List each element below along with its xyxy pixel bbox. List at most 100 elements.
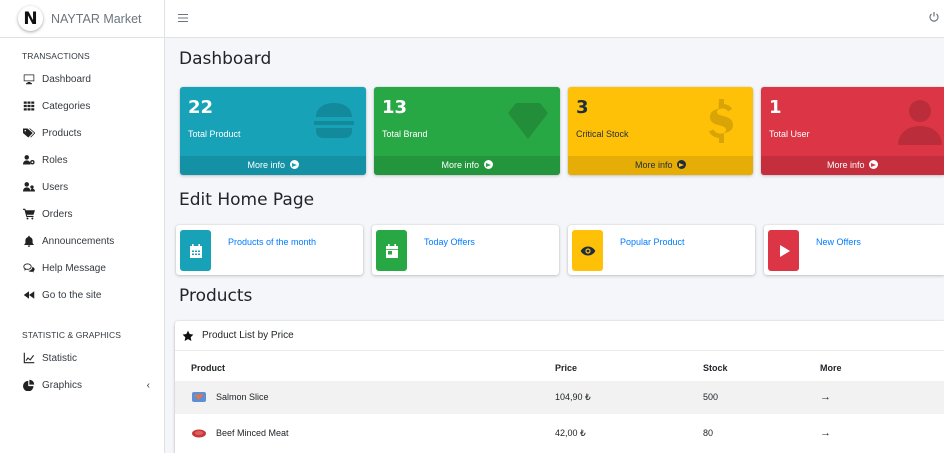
play-icon	[768, 230, 799, 271]
stat-box-total-product: 22 Total Product More info	[180, 87, 366, 175]
pie-chart-icon	[22, 379, 36, 391]
sidebar-item-graphics[interactable]: Graphics ‹	[0, 372, 164, 398]
stat-label: Total Product	[188, 129, 241, 139]
sidebar-item-orders[interactable]: Orders	[0, 201, 164, 227]
chevron-left-icon[interactable]: ‹	[147, 380, 150, 391]
product-price: 42,00 ₺	[555, 428, 586, 438]
product-name: Salmon Slice	[216, 392, 269, 402]
sidebar-item-label: Graphics	[42, 379, 83, 391]
arrow-circle-right-icon	[289, 160, 299, 169]
users-cog-icon	[22, 154, 36, 166]
card-header: Product List by Price	[175, 321, 944, 351]
card-title: Product List by Price	[202, 330, 294, 341]
more-info-link[interactable]: More info	[568, 156, 753, 175]
edit-box-label: New Offers	[816, 237, 861, 247]
sidebar-item-label: Announcements	[42, 235, 115, 247]
stat-box-total-user: 1 Total User More info	[761, 87, 944, 175]
sidebar-item-label: Roles	[42, 154, 68, 166]
more-info-label: More info	[441, 160, 479, 170]
hamburger-menu-icon[interactable]	[177, 11, 191, 25]
grid-icon	[22, 100, 36, 112]
product-thumbnail	[192, 429, 206, 438]
stat-value: 13	[382, 97, 408, 118]
calendar-day-icon	[376, 230, 407, 271]
page-title: Dashboard	[179, 49, 272, 69]
cart-icon	[22, 208, 36, 220]
sidebar-item-help-message[interactable]: Help Message	[0, 255, 164, 281]
more-arrow-icon[interactable]: →	[820, 381, 831, 414]
edit-box-products-of-the-month[interactable]: Products of the month	[176, 225, 363, 275]
line-chart-icon	[22, 352, 36, 364]
sidebar-item-statistic[interactable]: Statistic	[0, 345, 164, 371]
sidebar-item-label: Go to the site	[42, 289, 102, 301]
stat-label: Critical Stock	[576, 129, 629, 139]
gem-icon	[504, 97, 552, 145]
brand-name: NAYTAR Market	[51, 11, 142, 26]
products-title: Products	[179, 286, 253, 306]
sidebar-item-roles[interactable]: Roles	[0, 147, 164, 173]
product-stock: 500	[703, 392, 719, 402]
sidebar-item-label: Products	[42, 127, 82, 139]
edit-home-page-title: Edit Home Page	[179, 190, 315, 210]
dollar-icon	[697, 97, 745, 145]
stat-value: 3	[576, 97, 589, 118]
sidebar-item-products[interactable]: Products	[0, 120, 164, 146]
sidebar-item-label: Orders	[42, 208, 73, 220]
edit-box-today-offers[interactable]: Today Offers	[372, 225, 559, 275]
more-arrow-icon[interactable]: →	[820, 417, 831, 450]
column-header-more: More	[820, 363, 842, 373]
sidebar-item-announcements[interactable]: Announcements	[0, 228, 164, 254]
brand-logo: N	[18, 6, 43, 31]
brand-link[interactable]: N NAYTAR Market	[0, 0, 164, 38]
sidebar-item-go-to-site[interactable]: Go to the site	[0, 282, 164, 308]
arrow-circle-right-icon	[677, 160, 687, 169]
sidebar-item-label: Statistic	[42, 352, 78, 364]
sidebar-item-categories[interactable]: Categories	[0, 93, 164, 119]
sidebar-item-label: Categories	[42, 100, 91, 112]
product-price: 104,90 ₺	[555, 392, 591, 402]
more-info-label: More info	[634, 160, 673, 170]
stat-label: Total User	[769, 129, 810, 139]
bell-icon	[22, 235, 36, 247]
nav-header-transactions: TRANSACTIONS	[22, 51, 90, 61]
burger-icon	[310, 97, 358, 145]
power-icon[interactable]	[928, 11, 940, 23]
column-header-product: Product	[191, 363, 226, 373]
sidebar-item-users[interactable]: Users	[0, 174, 164, 200]
backward-icon	[22, 289, 36, 301]
column-header-price: Price	[555, 363, 578, 373]
edit-box-label: Popular Product	[620, 237, 685, 247]
stat-label: Total Brand	[382, 129, 428, 139]
sidebar-item-dashboard[interactable]: Dashboard	[0, 66, 164, 92]
stat-value: 1	[769, 97, 782, 118]
column-header-stock: Stock	[703, 363, 728, 373]
table-row: Beef Minced Meat 42,00 ₺ 80 →	[175, 417, 944, 450]
edit-box-label: Today Offers	[424, 237, 475, 247]
more-info-link[interactable]: More info	[180, 156, 366, 175]
stat-box-total-brand: 13 Total Brand More info	[374, 87, 560, 175]
stat-value: 22	[188, 97, 214, 118]
tags-icon	[22, 127, 36, 139]
products-card: Product List by Price Product Price Stoc…	[175, 321, 944, 453]
edit-box-new-offers[interactable]: New Offers	[764, 225, 944, 275]
more-info-link[interactable]: More info	[761, 156, 944, 175]
product-stock: 80	[703, 428, 714, 438]
more-info-label: More info	[826, 160, 865, 170]
star-icon	[182, 330, 194, 341]
user-icon	[896, 97, 944, 145]
chat-icon	[22, 262, 36, 274]
calendar-icon	[180, 230, 211, 271]
edit-box-label: Products of the month	[228, 237, 317, 247]
sidebar: N NAYTAR Market TRANSACTIONS Dashboard C…	[0, 0, 165, 453]
sidebar-item-label: Users	[42, 181, 69, 193]
more-info-link[interactable]: More info	[374, 156, 560, 175]
arrow-circle-right-icon	[483, 160, 493, 169]
stat-box-critical-stock: 3 Critical Stock More info	[568, 87, 753, 175]
product-thumbnail	[192, 392, 206, 402]
edit-box-popular-product[interactable]: Popular Product	[568, 225, 755, 275]
table-row: Salmon Slice 104,90 ₺ 500 →	[175, 381, 944, 414]
desktop-icon	[22, 73, 36, 85]
more-info-label: More info	[247, 160, 285, 170]
eye-icon	[572, 230, 603, 271]
top-navbar	[165, 0, 944, 38]
